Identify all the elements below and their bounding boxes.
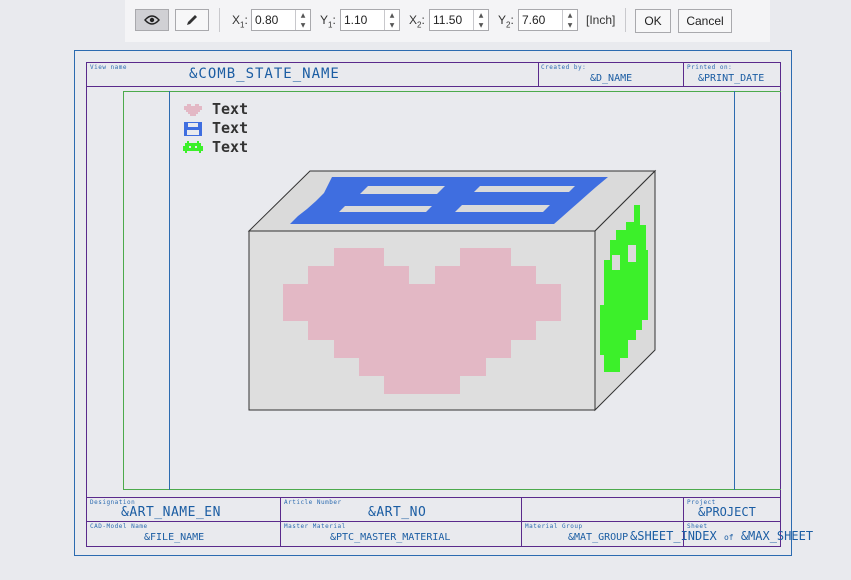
project-value: &PROJECT: [698, 505, 756, 519]
floppy-graphic-detail: [339, 206, 432, 212]
cad-model-value: &FILE_NAME: [144, 532, 205, 543]
cad-model-label: CAD-Model Name: [90, 523, 148, 530]
floppy-graphic-detail: [474, 186, 575, 192]
title-block-divider: [280, 497, 281, 547]
article-number-label: Article Number: [284, 499, 342, 506]
title-block-divider: [86, 497, 781, 498]
floppy-graphic-detail: [360, 186, 445, 194]
material-group-value: &MAT_GROUP: [568, 532, 629, 543]
material-group-label: Material Group: [525, 523, 583, 530]
title-block-divider: [521, 497, 522, 547]
master-material-value: &PTC_MASTER_MATERIAL: [330, 532, 451, 543]
title-block-divider: [86, 521, 781, 522]
master-material-label: Master Material: [284, 523, 346, 530]
designation-value: &ART_NAME_EN: [121, 505, 221, 520]
floppy-graphic-detail: [455, 205, 550, 212]
sheet-index-value: &SHEET_INDEX of &MAX_SHEET: [630, 529, 814, 543]
article-number-value: &ART_NO: [368, 505, 427, 520]
floppy-graphic: [290, 177, 608, 224]
box-model-view: [247, 169, 657, 412]
